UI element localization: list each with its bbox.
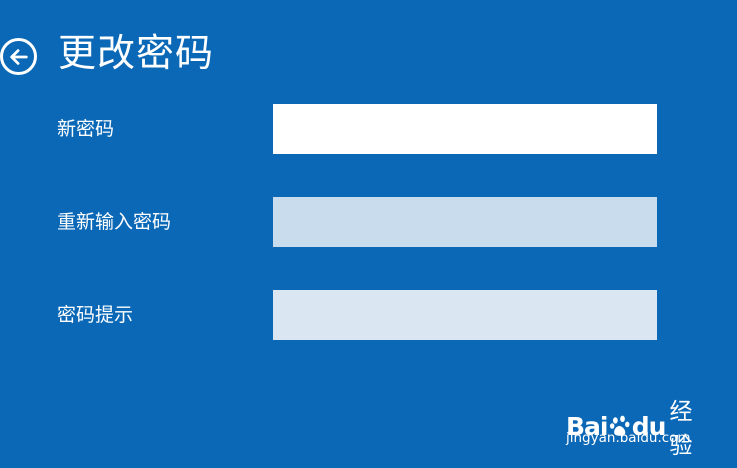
back-button[interactable]	[0, 38, 37, 75]
new-password-label: 新密码	[57, 118, 115, 140]
baidu-logo: Bai du 经验	[566, 392, 706, 460]
password-hint-label: 密码提示	[57, 304, 134, 326]
logo-text-jingyan: 经验	[669, 399, 693, 459]
watermark-url: jingyan.baidu.com	[566, 430, 691, 446]
baidu-jingyan-watermark: Bai du 经验 jingyan.baidu.com	[566, 384, 706, 459]
confirm-password-label: 重新输入密码	[57, 211, 172, 233]
confirm-password-input[interactable]	[273, 197, 657, 247]
page-title: 更改密码	[58, 31, 215, 75]
new-password-input[interactable]	[273, 104, 657, 154]
password-hint-input[interactable]	[273, 290, 657, 340]
back-arrow-icon	[9, 48, 28, 65]
